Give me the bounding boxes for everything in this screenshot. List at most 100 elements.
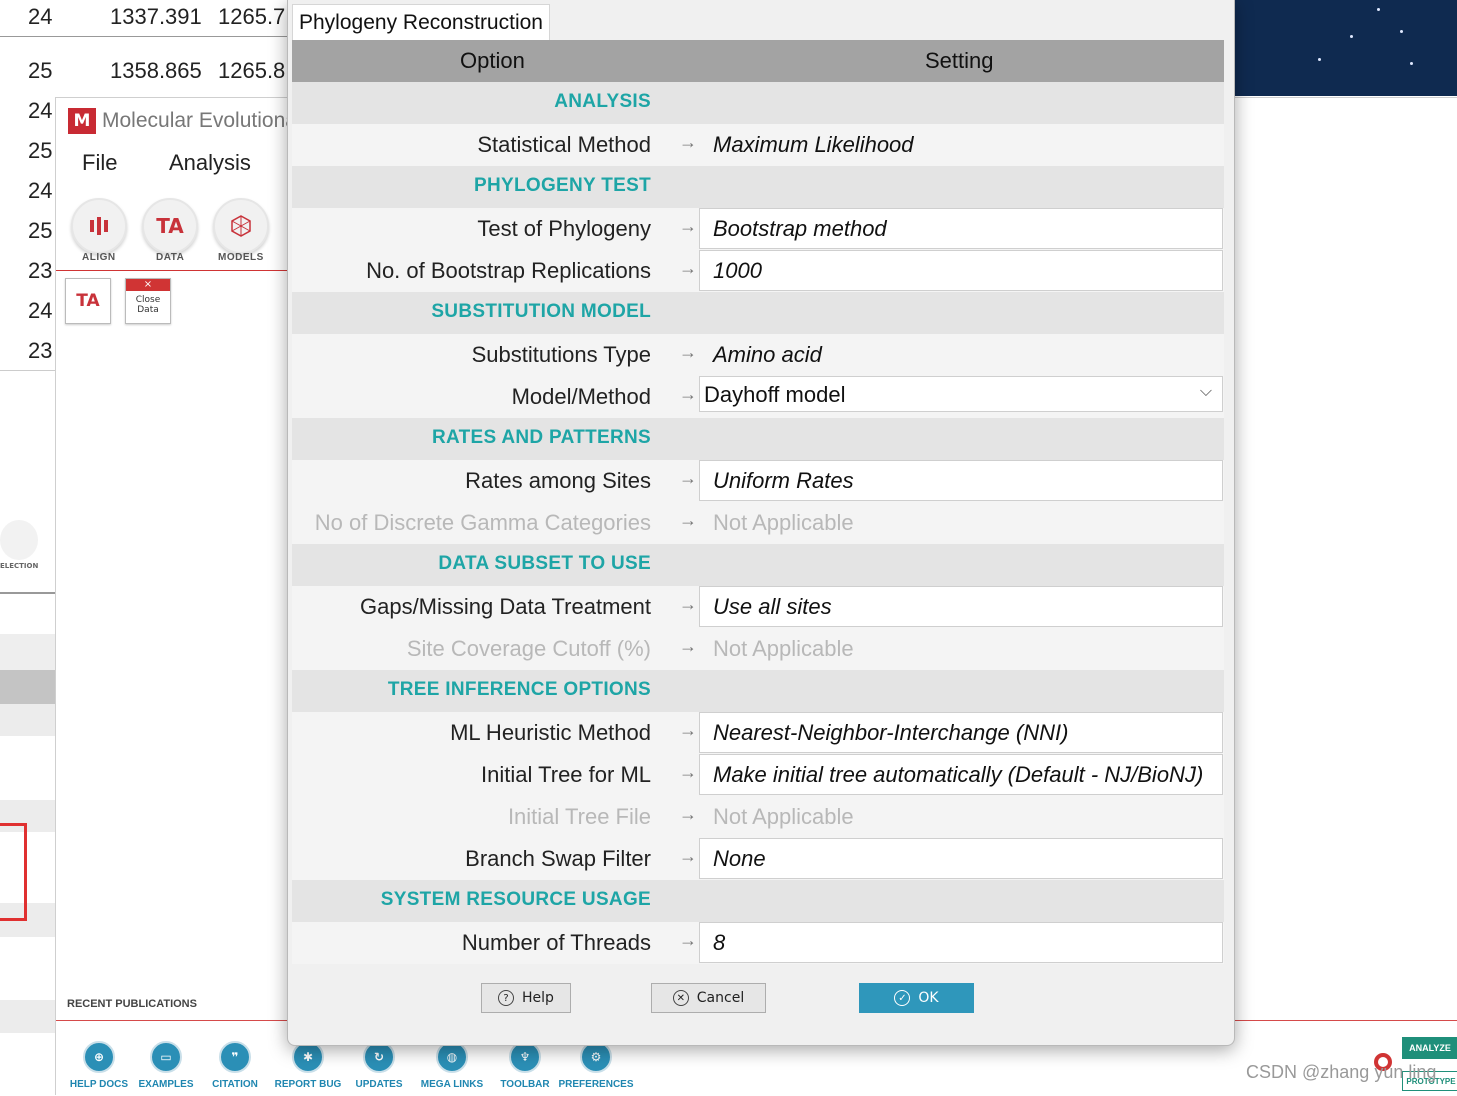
option-row[interactable]: No. of Bootstrap Replications → 1000 <box>292 250 1224 292</box>
sheet-row: 24 1337.391 1265.7 <box>0 0 290 36</box>
setting-field[interactable]: Use all sites <box>699 586 1223 627</box>
menu-analysis[interactable]: Analysis <box>169 150 251 176</box>
setting-value: Maximum Likelihood <box>713 132 914 157</box>
header-setting: Setting <box>925 48 994 73</box>
sheet-divider <box>0 36 290 37</box>
sheet-index: 23 <box>28 338 53 363</box>
bottom-bar-label[interactable]: CITATION <box>212 1079 258 1090</box>
sheet-row: 25 1358.865 1265.8 <box>0 50 290 90</box>
option-row[interactable]: Initial Tree File → Not Applicable <box>292 796 1224 838</box>
section-title: DATA SUBSET TO USE <box>438 553 651 574</box>
sheet-value: 1265.8 <box>218 58 286 83</box>
mega-logo-icon: M <box>68 108 96 134</box>
dialog-title-tab[interactable]: Phylogeny Reconstruction <box>292 4 550 40</box>
recent-publications-label: RECENT PUBLICATIONS <box>67 998 197 1010</box>
setting-field[interactable]: None <box>699 838 1223 879</box>
sheet-index: 23 <box>28 258 53 283</box>
setting-value: Bootstrap method <box>713 216 887 241</box>
section-header: SYSTEM RESOURCE USAGE <box>292 880 1224 922</box>
bottom-bar-label[interactable]: HELP DOCS <box>70 1079 128 1090</box>
arrow-icon: → <box>679 132 697 152</box>
arrow-icon: → <box>679 846 697 866</box>
arrow-icon: → <box>679 720 697 740</box>
section-title: SUBSTITUTION MODEL <box>431 301 651 322</box>
setting-field[interactable]: Bootstrap method <box>699 208 1223 249</box>
help-icon: ? <box>498 990 515 1006</box>
ta-tile-icon[interactable]: TA <box>65 278 111 324</box>
arrow-icon: → <box>679 510 697 530</box>
option-row[interactable]: Test of Phylogeny → Bootstrap method <box>292 208 1224 250</box>
section-header: RATES AND PATTERNS <box>292 418 1224 460</box>
option-label: Statistical Method <box>477 132 651 157</box>
align-icon[interactable] <box>71 198 127 254</box>
option-row[interactable]: Initial Tree for ML → Make initial tree au… <box>292 754 1224 796</box>
cancel-button[interactable]: ✕ Cancel <box>651 983 766 1013</box>
setting-value: Amino acid <box>713 342 822 367</box>
option-row[interactable]: Rates among Sites → Uniform Rates <box>292 460 1224 502</box>
setting-value: Uniform Rates <box>713 468 854 493</box>
section-header: ANALYSIS <box>292 82 1224 124</box>
setting-field[interactable]: 1000 <box>699 250 1223 291</box>
setting-value: 1000 <box>713 258 762 283</box>
section-title: TREE INFERENCE OPTIONS <box>387 679 651 700</box>
dialog-footer: ? Help ✕ Cancel ✓ OK <box>288 975 1234 1045</box>
arrow-icon: → <box>679 258 697 278</box>
examples-icon[interactable]: ▭ <box>150 1041 182 1073</box>
watermark: CSDN @zhang yun ling <box>1246 1062 1437 1082</box>
sheet-index: 24 <box>28 4 53 29</box>
header-option: Option <box>460 48 525 73</box>
section-title: RATES AND PATTERNS <box>432 427 651 448</box>
setting-value: None <box>713 846 766 871</box>
ok-button[interactable]: ✓ OK <box>859 983 974 1013</box>
bottom-bar-label[interactable]: EXAMPLES <box>138 1079 193 1090</box>
sheet-value: 1265.7 <box>218 4 286 29</box>
arrow-icon: → <box>679 468 697 488</box>
option-row[interactable]: No of Discrete Gamma Categories → Not Appl… <box>292 502 1224 544</box>
option-label: No. of Bootstrap Replications <box>366 258 651 283</box>
option-row[interactable]: Number of Threads → 8 <box>292 922 1224 964</box>
help-docs-icon[interactable]: ⊕ <box>83 1041 115 1073</box>
analyze-badge[interactable]: ANALYZE <box>1402 1037 1457 1059</box>
setting-field[interactable]: Nearest-Neighbor-Interchange (NNI) <box>699 712 1223 753</box>
close-data-tile[interactable]: × Close Data <box>125 278 171 324</box>
setting-field[interactable]: Make initial tree automatically (Default… <box>699 754 1223 795</box>
arrow-icon: → <box>679 342 697 362</box>
cancel-label: Cancel <box>696 990 745 1006</box>
data-icon[interactable]: TA <box>142 198 198 254</box>
menu-file[interactable]: File <box>82 150 117 176</box>
setting-field[interactable]: Uniform Rates <box>699 460 1223 501</box>
option-label: Site Coverage Cutoff (%) <box>406 636 651 661</box>
setting-value: Use all sites <box>713 594 832 619</box>
ribbon-label-models: MODELS <box>218 252 264 263</box>
bottom-bar-label[interactable]: MEGA LINKS <box>421 1079 483 1090</box>
phylogeny-dialog: Phylogeny Reconstruction Option Setting … <box>287 0 1235 1046</box>
red-highlight-box <box>0 823 27 921</box>
option-label: Initial Tree File <box>507 804 651 829</box>
help-button[interactable]: ? Help <box>481 983 571 1013</box>
section-header: TREE INFERENCE OPTIONS <box>292 670 1224 712</box>
models-icon[interactable] <box>213 198 269 254</box>
setting-value: 8 <box>713 930 726 955</box>
setting-field[interactable]: 8 <box>699 922 1223 963</box>
option-row[interactable]: Branch Swap Filter → None <box>292 838 1224 880</box>
option-row[interactable]: Site Coverage Cutoff (%) → Not Applicable <box>292 628 1224 670</box>
option-row[interactable]: Statistical Method → Maximum Likelihood <box>292 124 1224 166</box>
option-row[interactable]: ML Heuristic Method → Nearest-Neighbor-Int… <box>292 712 1224 754</box>
section-header: DATA SUBSET TO USE <box>292 544 1224 586</box>
model-method-select[interactable]: Dayhoff model ⌵ <box>699 376 1223 412</box>
bottom-bar-label[interactable]: UPDATES <box>355 1079 402 1090</box>
bottom-bar-label[interactable]: REPORT BUG <box>275 1079 342 1090</box>
setting-value: Dayhoff model <box>704 382 846 407</box>
option-row[interactable]: Substitutions Type → Amino acid <box>292 334 1224 376</box>
citation-icon[interactable]: ❞ <box>219 1041 251 1073</box>
setting-value: Not Applicable <box>713 636 854 661</box>
option-row[interactable]: Gaps/Missing Data Treatment → Use all site… <box>292 586 1224 628</box>
chevron-down-icon[interactable]: ⌵ <box>1200 383 1212 401</box>
option-label: Initial Tree for ML <box>481 762 651 787</box>
bottom-bar-label[interactable]: TOOLBAR <box>500 1079 549 1090</box>
option-label: Branch Swap Filter <box>465 846 651 871</box>
bottom-bar-label[interactable]: PREFERENCES <box>558 1079 633 1090</box>
option-row[interactable]: Model/Method → Dayhoff model ⌵ <box>292 376 1224 418</box>
background-left-panel <box>0 370 56 1094</box>
option-label: Rates among Sites <box>465 468 651 493</box>
